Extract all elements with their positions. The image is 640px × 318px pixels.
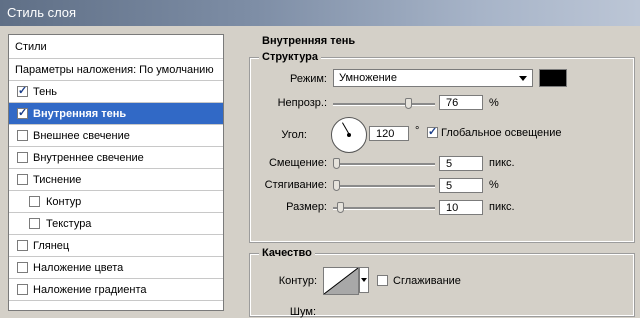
distance-label: Смещение: (268, 157, 327, 169)
style-item-label: Наложение цвета (33, 262, 124, 274)
title-bar: Стиль слоя (0, 0, 640, 26)
drop-shadow-checkbox[interactable] (17, 84, 28, 97)
panel-heading: Внутренняя тень (262, 35, 356, 47)
structure-title: Структура (259, 51, 321, 63)
style-item-label: Внутреннее свечение (33, 152, 144, 164)
window-title: Стиль слоя (7, 5, 77, 20)
style-item-contour[interactable]: Контур (9, 191, 223, 213)
choke-label: Стягивание: (264, 179, 327, 191)
mode-label: Режим: (290, 73, 327, 85)
satin-checkbox[interactable] (17, 240, 28, 251)
color-overlay-checkbox[interactable] (17, 262, 28, 273)
style-item-bevel-emboss[interactable]: Тиснение (9, 169, 223, 191)
angle-pivot (347, 133, 351, 137)
angle-label: Угол: (281, 129, 307, 141)
bevel-emboss-checkbox[interactable] (17, 174, 28, 185)
styles-header-label: Стили (15, 41, 47, 53)
angle-unit: ° (415, 125, 420, 137)
styles-list: Стили Параметры наложения: По умолчанию … (8, 34, 224, 311)
quality-title: Качество (259, 247, 315, 259)
style-item-drop-shadow[interactable]: Тень (9, 81, 223, 103)
size-slider-track[interactable] (333, 207, 435, 210)
style-item-label: Внутренняя тень (33, 108, 127, 120)
chevron-down-icon (519, 76, 527, 81)
contour-checkbox[interactable] (29, 196, 40, 207)
choke-unit: % (489, 179, 499, 191)
opacity-input[interactable]: 76 (439, 95, 483, 110)
style-item-gradient-overlay[interactable]: Наложение градиента (9, 279, 223, 301)
texture-checkbox[interactable] (29, 218, 40, 229)
choke-input[interactable]: 5 (439, 178, 483, 193)
style-item-label: Глянец (33, 240, 70, 252)
inner-shadow-checkbox[interactable] (17, 106, 28, 119)
style-item-label: Тиснение (33, 174, 82, 186)
distance-unit: пикс. (489, 157, 515, 169)
structure-group: Структура Режим: Умножение Непрозр.: 76 … (249, 51, 635, 243)
opacity-unit: % (489, 97, 499, 109)
inner-glow-checkbox[interactable] (17, 152, 28, 163)
shadow-color-swatch[interactable] (539, 69, 567, 87)
choke-slider-track[interactable] (333, 185, 435, 188)
style-item-label: Тень (33, 86, 58, 98)
style-item-inner-glow[interactable]: Внутреннее свечение (9, 147, 223, 169)
contour-preview[interactable] (323, 267, 359, 295)
style-item-label: Контур (46, 196, 82, 208)
style-item-label: Текстура (46, 218, 92, 230)
style-item-color-overlay[interactable]: Наложение цвета (9, 257, 223, 279)
style-item-inner-shadow[interactable]: Внутренняя тень (9, 103, 223, 125)
style-item-blending-options[interactable]: Параметры наложения: По умолчанию (9, 59, 223, 81)
distance-slider-track[interactable] (333, 163, 435, 166)
contour-label: Контур: (278, 275, 317, 287)
chevron-down-icon (361, 278, 367, 282)
size-slider-thumb[interactable] (337, 202, 344, 213)
distance-input[interactable]: 5 (439, 156, 483, 171)
angle-dial[interactable] (331, 117, 367, 153)
style-item-label: Наложение градиента (33, 284, 147, 296)
antialias-label: Сглаживание (393, 275, 461, 287)
global-light-label: Глобальное освещение (441, 127, 562, 139)
antialias-checkbox[interactable] (377, 275, 388, 286)
angle-input[interactable]: 120 (369, 126, 409, 141)
opacity-slider-track[interactable] (333, 103, 435, 106)
size-label: Размер: (286, 201, 327, 213)
opacity-label: Непрозр.: (277, 97, 327, 109)
size-input[interactable]: 10 (439, 200, 483, 215)
style-item-label: Внешнее свечение (33, 130, 130, 142)
styles-header[interactable]: Стили (9, 35, 223, 59)
contour-dropdown-button[interactable] (359, 267, 369, 293)
outer-glow-checkbox[interactable] (17, 130, 28, 141)
layer-style-dialog: Стили Параметры наложения: По умолчанию … (0, 26, 640, 318)
style-item-outer-glow[interactable]: Внешнее свечение (9, 125, 223, 147)
style-item-texture[interactable]: Текстура (9, 213, 223, 235)
choke-slider-thumb[interactable] (333, 180, 340, 191)
blend-mode-select[interactable]: Умножение (333, 69, 533, 87)
opacity-slider-thumb[interactable] (405, 98, 412, 109)
distance-slider-thumb[interactable] (333, 158, 340, 169)
blend-mode-value: Умножение (339, 72, 397, 84)
noise-label: Шум: (289, 306, 316, 318)
global-light-checkbox[interactable] (427, 125, 438, 138)
style-item-satin[interactable]: Глянец (9, 235, 223, 257)
size-unit: пикс. (489, 201, 515, 213)
style-item-label: Параметры наложения: По умолчанию (15, 64, 214, 76)
contour-curve-icon (323, 267, 359, 295)
gradient-overlay-checkbox[interactable] (17, 284, 28, 295)
inner-shadow-panel: Внутренняя тень Структура Режим: Умножен… (240, 32, 640, 318)
